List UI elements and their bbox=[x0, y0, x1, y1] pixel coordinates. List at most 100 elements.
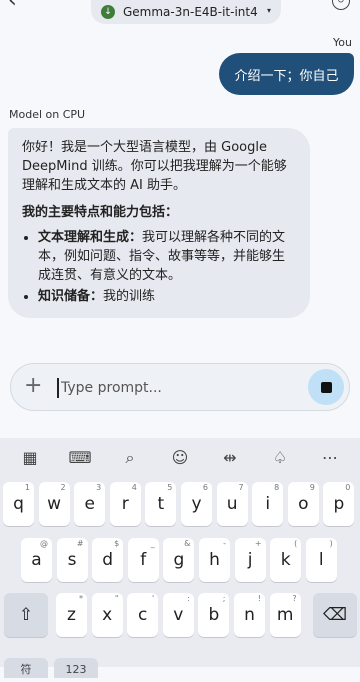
key-label: k bbox=[280, 550, 291, 570]
key-h[interactable]: -h bbox=[199, 538, 230, 582]
keyboard: ▦ ⌨ ⌕ ☺ ⇹ ♤ ⋯ 1 q 2 w 3 e 4 r 5 t 6 y 7 u 8 i 9 o 0 p @ a # s $ d… bbox=[0, 438, 360, 678]
keyboard-toolbar: ▦ ⌨ ⌕ ☺ ⇹ ♤ ⋯ bbox=[0, 438, 360, 476]
key-l[interactable]: ) l bbox=[305, 538, 337, 582]
stop-button[interactable] bbox=[308, 369, 344, 405]
key-s[interactable]: # s bbox=[56, 538, 88, 582]
key-hint: & bbox=[184, 539, 191, 548]
backspace-key[interactable]: ⌫ bbox=[313, 593, 357, 637]
key-x[interactable]: " x bbox=[91, 593, 123, 637]
key-label: w bbox=[47, 494, 62, 514]
emoji-icon[interactable]: ☺ bbox=[168, 447, 192, 469]
key-hint: ' bbox=[151, 594, 155, 603]
search-icon[interactable]: ⌕ bbox=[118, 447, 142, 469]
key-hint: 7 bbox=[238, 483, 244, 492]
key-label: a bbox=[31, 550, 42, 570]
key-hint: ! bbox=[257, 594, 261, 603]
key-hint: " bbox=[114, 594, 119, 603]
key-z[interactable]: * z bbox=[56, 593, 87, 637]
key-hint: _ bbox=[150, 539, 155, 548]
model-heading: 我的主要特点和能力包括： bbox=[22, 205, 179, 220]
top-bar: ‹ ↓ Gemma-3n-E4B-it-int4 ▾ ↺ bbox=[0, 0, 360, 26]
list-item-text: 我的训练 bbox=[103, 289, 156, 304]
model-name: Gemma-3n-E4B-it-int4 bbox=[123, 5, 258, 19]
model-intro-text: 你好！我是一个大型语言模型，由 Google DeepMind 训练。你可以把我… bbox=[22, 140, 287, 193]
key-hint: 5 bbox=[167, 483, 173, 492]
key-label: i bbox=[265, 494, 271, 514]
key-q[interactable]: 1q bbox=[3, 482, 34, 526]
key-u[interactable]: 7u bbox=[216, 482, 248, 526]
apps-grid-icon[interactable]: ▦ bbox=[18, 447, 42, 469]
key-hint: 1 bbox=[24, 483, 30, 492]
list-item: 文本理解和生成：我可以理解各种不同的文本，例如问题、指令、故事等等，并能够生成连… bbox=[38, 228, 296, 285]
list-item: 知识储备：我的训练 bbox=[38, 287, 296, 306]
key-label: x bbox=[102, 605, 113, 625]
user-message-bubble: 介绍一下；你自己 bbox=[219, 53, 354, 95]
key-g[interactable]: & g bbox=[163, 538, 195, 582]
key-label: q bbox=[13, 494, 24, 514]
shift-key[interactable]: ⇧ bbox=[4, 593, 48, 637]
key-hint: $ bbox=[114, 539, 120, 548]
key-a[interactable]: @ a bbox=[21, 538, 52, 582]
key-r[interactable]: 4r bbox=[109, 482, 141, 526]
download-icon: ↓ bbox=[101, 5, 115, 19]
key-j[interactable]: + j bbox=[234, 538, 266, 582]
key-label: v bbox=[173, 605, 184, 625]
key-t[interactable]: 5t bbox=[145, 482, 177, 526]
symbols-key[interactable]: 符 bbox=[4, 658, 48, 678]
prompt-input[interactable] bbox=[59, 375, 263, 401]
key-hint: ) bbox=[329, 539, 333, 548]
key-hint: 2 bbox=[60, 483, 66, 492]
key-label: b bbox=[208, 605, 220, 625]
key-label: t bbox=[157, 494, 165, 514]
key-m[interactable]: ? m bbox=[269, 593, 301, 637]
theme-icon[interactable]: ♤ bbox=[268, 447, 292, 469]
prompt-bar: + bbox=[10, 363, 350, 411]
key-hint: # bbox=[76, 539, 84, 548]
model-label: Model on CPU bbox=[9, 108, 86, 121]
key-hint: + bbox=[254, 539, 262, 548]
key-w[interactable]: 2w bbox=[38, 482, 70, 526]
key-e[interactable]: 3e bbox=[74, 482, 106, 526]
key-c[interactable]: ' c bbox=[127, 593, 159, 637]
key-f[interactable]: _ f bbox=[127, 538, 159, 582]
key-i[interactable]: 8i bbox=[252, 482, 284, 526]
numbers-key[interactable]: 123 bbox=[54, 658, 98, 678]
key-label: s bbox=[67, 550, 77, 570]
key-hint: 9 bbox=[309, 483, 315, 492]
add-attachment-button[interactable]: + bbox=[24, 374, 42, 398]
list-item-title: 知识储备： bbox=[38, 289, 104, 304]
key-hint: ? bbox=[292, 594, 297, 603]
key-p[interactable]: 0p bbox=[323, 482, 355, 526]
key-d[interactable]: $ d bbox=[92, 538, 124, 582]
stop-icon bbox=[320, 381, 332, 393]
cursor-move-icon[interactable]: ⇹ bbox=[218, 447, 242, 469]
key-label: m bbox=[276, 605, 294, 625]
key-label: e bbox=[84, 494, 95, 514]
key-b[interactable]: ; b bbox=[198, 593, 230, 637]
key-label: c bbox=[138, 605, 148, 625]
more-icon[interactable]: ⋯ bbox=[318, 447, 342, 469]
key-n[interactable]: ! n bbox=[234, 593, 265, 637]
key-label: u bbox=[226, 494, 238, 514]
key-label: f bbox=[140, 550, 147, 570]
model-selector[interactable]: ↓ Gemma-3n-E4B-it-int4 ▾ bbox=[91, 0, 281, 24]
key-y[interactable]: 6y bbox=[181, 482, 212, 526]
key-label: d bbox=[102, 550, 114, 570]
key-label: z bbox=[67, 605, 76, 625]
key-label: j bbox=[247, 550, 253, 570]
chevron-down-icon: ▾ bbox=[266, 6, 271, 15]
keyboard-icon[interactable]: ⌨ bbox=[68, 447, 92, 469]
key-hint: ( bbox=[294, 539, 298, 548]
key-label: r bbox=[121, 494, 129, 514]
key-hint: 6 bbox=[202, 483, 208, 492]
user-message-text: 介绍一下；你自己 bbox=[234, 68, 339, 84]
key-label: h bbox=[209, 550, 220, 570]
list-item-title: 文本理解和生成： bbox=[38, 230, 143, 245]
history-icon[interactable]: ↺ bbox=[332, 0, 350, 10]
key-v[interactable]: :v bbox=[162, 593, 194, 637]
key-label: l bbox=[318, 550, 324, 570]
key-k[interactable]: (k bbox=[270, 538, 302, 582]
key-label: n bbox=[244, 605, 255, 625]
back-arrow-icon[interactable]: ‹ bbox=[8, 0, 17, 13]
key-o[interactable]: 9o bbox=[287, 482, 319, 526]
